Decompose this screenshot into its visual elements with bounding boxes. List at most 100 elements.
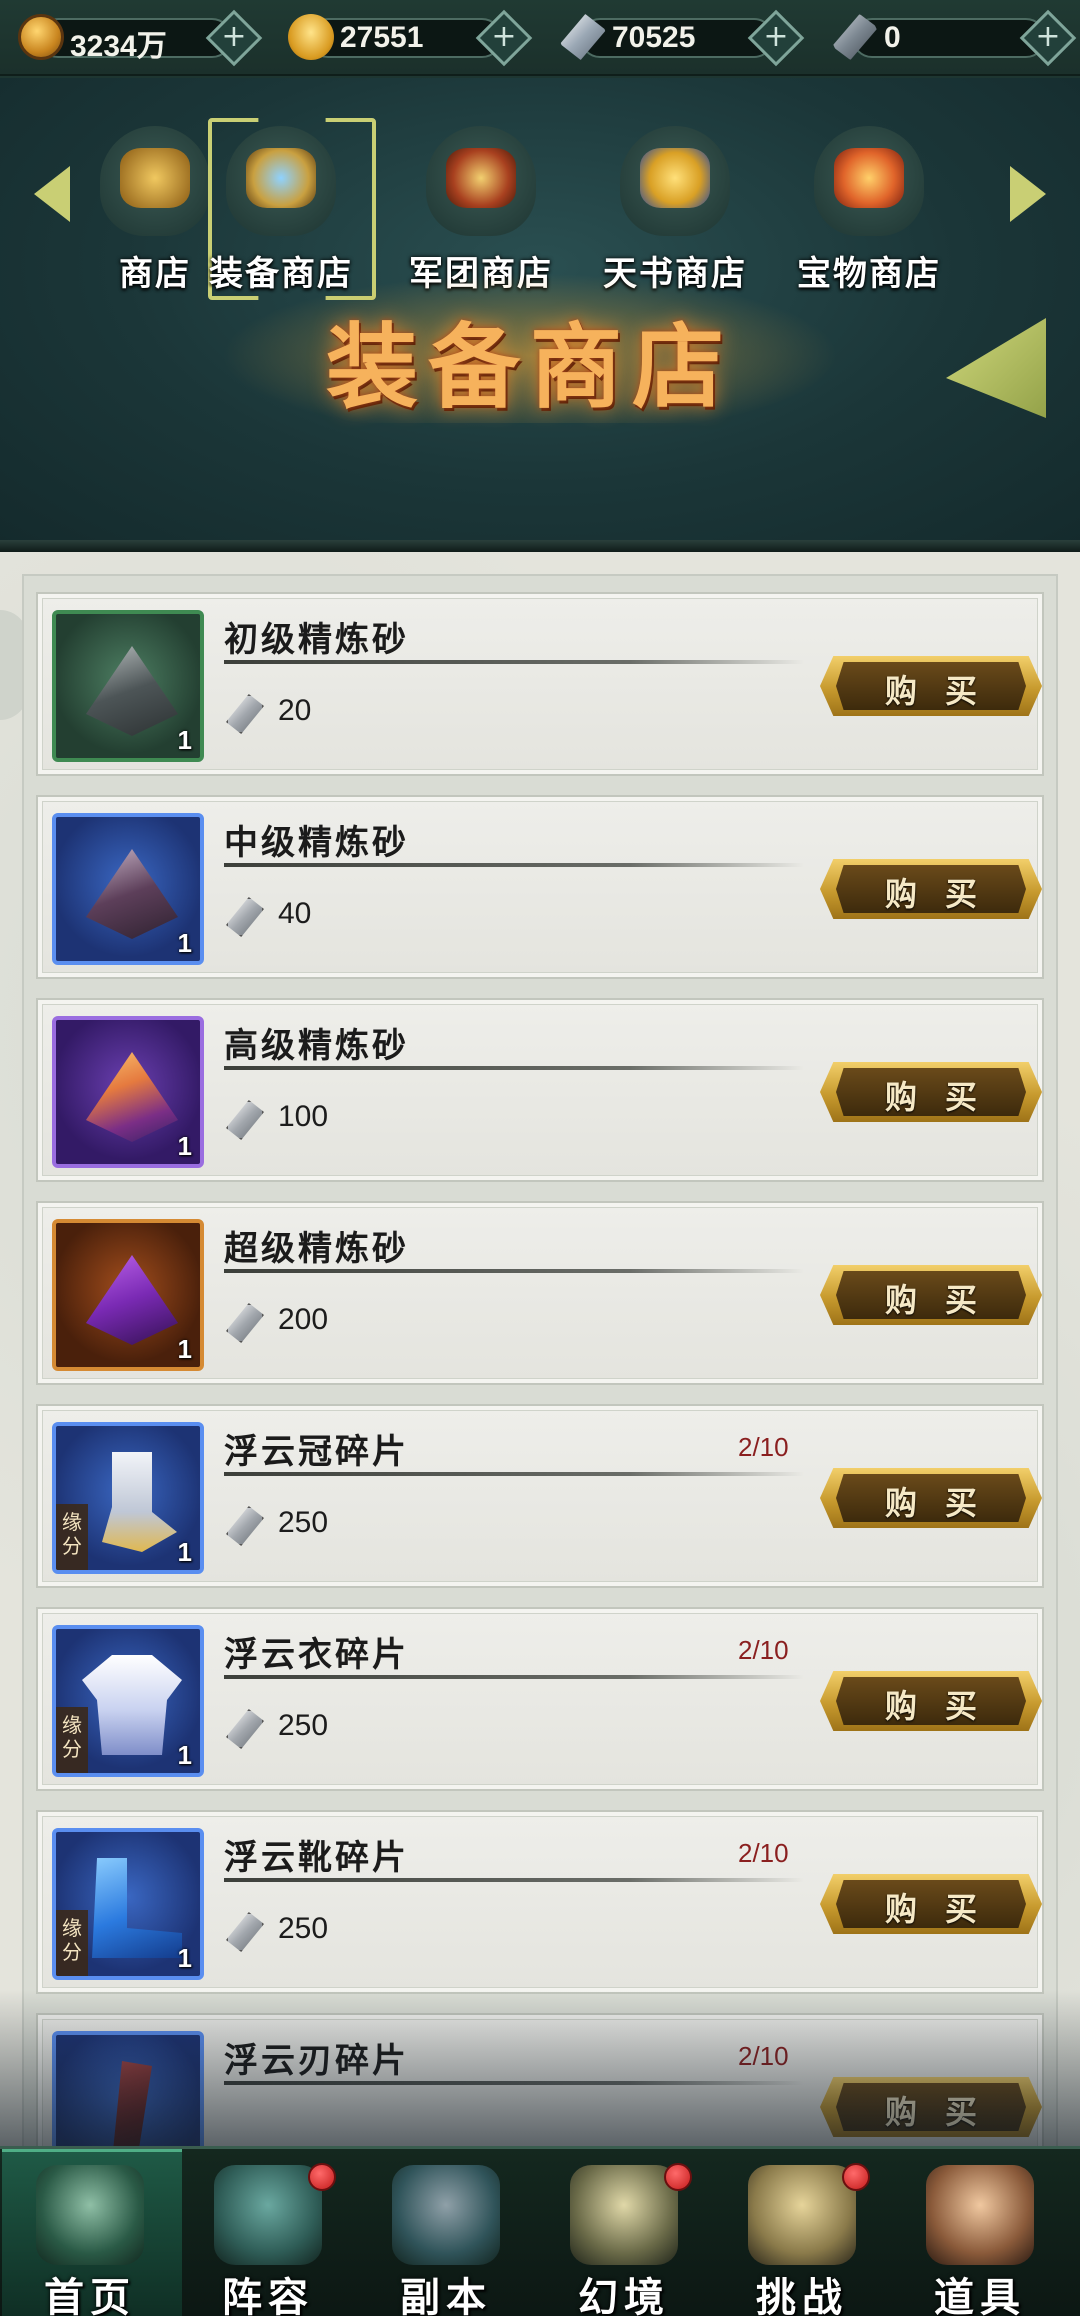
buy-button[interactable]: 购买 <box>820 1874 1042 1934</box>
buy-button-label: 购买 <box>884 672 1005 710</box>
item-divider <box>224 1472 804 1476</box>
nav-label: 幻境 <box>578 2274 670 2316</box>
header-divider <box>0 540 1080 552</box>
item-quantity: 1 <box>177 1943 192 1973</box>
fate-badge: 缘分 <box>56 1910 88 1976</box>
shop-tab-heavenly-book[interactable]: 天书商店 <box>590 126 760 294</box>
nav-illusion[interactable]: 幻境 <box>536 2159 712 2316</box>
buy-button[interactable]: 购买 <box>820 2077 1042 2137</box>
shop-item-row: 1 高级精炼砂 100 购买 <box>36 998 1044 1182</box>
equipment-shop-icon <box>226 126 336 236</box>
shop-item-row: 浮云刃碎片 2/10 购买 <box>36 2013 1044 2146</box>
refine-sand-icon <box>86 849 178 939</box>
shop-tab-treasure[interactable]: 宝物商店 <box>784 126 954 294</box>
nav-lineup[interactable]: 阵容 <box>180 2159 356 2316</box>
title-banner: 装备商店 <box>220 273 840 423</box>
item-icon-frame[interactable]: 缘分 1 <box>52 1422 204 1574</box>
buy-button[interactable]: 购买 <box>820 859 1042 919</box>
purchase-limit: 2/10 <box>738 1635 789 1665</box>
nav-label: 首页 <box>44 2274 136 2316</box>
crystal-icon <box>226 694 264 734</box>
item-divider <box>224 1675 804 1679</box>
buy-button[interactable]: 购买 <box>820 1671 1042 1731</box>
buy-button[interactable]: 购买 <box>820 1062 1042 1122</box>
item-icon-frame[interactable]: 1 <box>52 1016 204 1168</box>
buy-button-label: 购买 <box>884 2093 1005 2131</box>
item-icon-frame[interactable]: 1 <box>52 813 204 965</box>
shop-tab-legion[interactable]: 军团商店 <box>396 126 566 294</box>
home-palace-icon <box>36 2165 144 2265</box>
item-name: 初级精炼砂 <box>224 620 409 660</box>
item-bag-icon <box>926 2165 1034 2265</box>
item-price: 200 <box>278 1303 329 1336</box>
nav-home[interactable]: 首页 <box>2 2149 182 2316</box>
item-name: 浮云冠碎片 <box>224 1432 409 1472</box>
item-divider <box>224 2081 804 2085</box>
currency-value: 27551 <box>340 21 424 54</box>
arrow-right-icon[interactable] <box>1002 158 1052 228</box>
item-icon-frame[interactable]: 缘分 1 <box>52 1828 204 1980</box>
illusion-crossed-swords-icon <box>570 2165 678 2265</box>
nav-challenge[interactable]: 挑战 <box>714 2159 890 2316</box>
currency-token: 0 + <box>832 9 1077 67</box>
crystal-icon <box>226 1506 264 1546</box>
purchase-limit: 2/10 <box>738 1838 789 1868</box>
shop-item-row: 1 中级精炼砂 40 购买 <box>36 795 1044 979</box>
item-divider <box>224 660 804 664</box>
crown-icon <box>102 1452 177 1552</box>
item-name: 浮云衣碎片 <box>224 1635 409 1675</box>
item-icon-frame[interactable]: 1 <box>52 1219 204 1371</box>
item-price: 40 <box>278 897 312 930</box>
currency-value: 0 <box>884 21 901 54</box>
nav-dungeon[interactable]: 副本 <box>358 2159 534 2316</box>
item-price: 250 <box>278 1709 329 1742</box>
nav-items[interactable]: 道具 <box>892 2159 1068 2316</box>
shop-item-row: 缘分 1 浮云衣碎片 2/10 250 购买 <box>36 1607 1044 1791</box>
heavenly-book-shop-icon <box>620 126 730 236</box>
shop-tab-equipment[interactable]: 装备商店 <box>196 118 376 300</box>
nav-label: 副本 <box>400 2274 492 2316</box>
treasure-shop-icon <box>814 126 924 236</box>
refine-sand-icon <box>86 1052 178 1142</box>
nav-label: 道具 <box>934 2274 1026 2316</box>
item-quantity: 1 <box>177 928 192 958</box>
item-price: 250 <box>278 1506 329 1539</box>
dungeon-swords-icon <box>392 2165 500 2265</box>
shop-item-row: 缘分 1 浮云靴碎片 2/10 250 购买 <box>36 1810 1044 1994</box>
currency-ingot: 27551 + <box>288 9 533 67</box>
emblem-icon[interactable] <box>946 318 1046 418</box>
buy-button[interactable]: 购买 <box>820 656 1042 716</box>
buy-button[interactable]: 购买 <box>820 1468 1042 1528</box>
shop-item-row: 1 初级精炼砂 20 购买 <box>36 592 1044 776</box>
item-quantity: 1 <box>177 1537 192 1567</box>
item-icon-frame[interactable] <box>52 2031 204 2146</box>
buy-button-label: 购买 <box>884 1078 1005 1116</box>
item-divider <box>224 863 804 867</box>
buy-button-label: 购买 <box>884 1281 1005 1319</box>
boots-icon <box>92 1858 182 1958</box>
item-name: 浮云刃碎片 <box>224 2041 409 2081</box>
nav-label: 挑战 <box>756 2274 848 2316</box>
fate-badge: 缘分 <box>56 1504 88 1570</box>
buy-button[interactable]: 购买 <box>820 1265 1042 1325</box>
item-quantity: 1 <box>177 725 192 755</box>
buy-button-label: 购买 <box>884 875 1005 913</box>
crystal-icon <box>226 1912 264 1952</box>
item-name: 高级精炼砂 <box>224 1026 409 1066</box>
item-icon-frame[interactable]: 1 <box>52 610 204 762</box>
fate-badge: 缘分 <box>56 1707 88 1773</box>
robe-icon <box>82 1655 182 1755</box>
notification-dot <box>308 2163 336 2191</box>
shop-list[interactable]: 1 初级精炼砂 20 购买 1 中级精炼砂 40 购买 1 高级精炼砂 100 购买 1 超级精炼砂 200… <box>0 552 1080 2146</box>
purchase-limit: 2/10 <box>738 1432 789 1462</box>
shop-item-row: 1 超级精炼砂 200 购买 <box>36 1201 1044 1385</box>
currency-gold: 3234万 + <box>18 9 263 67</box>
lineup-icon <box>214 2165 322 2265</box>
item-icon-frame[interactable]: 缘分 1 <box>52 1625 204 1777</box>
crystal-icon <box>226 897 264 937</box>
nav-label: 阵容 <box>222 2274 314 2316</box>
refine-sand-icon <box>86 646 178 736</box>
item-quantity: 1 <box>177 1334 192 1364</box>
item-name: 超级精炼砂 <box>224 1229 409 1269</box>
notification-dot <box>664 2163 692 2191</box>
